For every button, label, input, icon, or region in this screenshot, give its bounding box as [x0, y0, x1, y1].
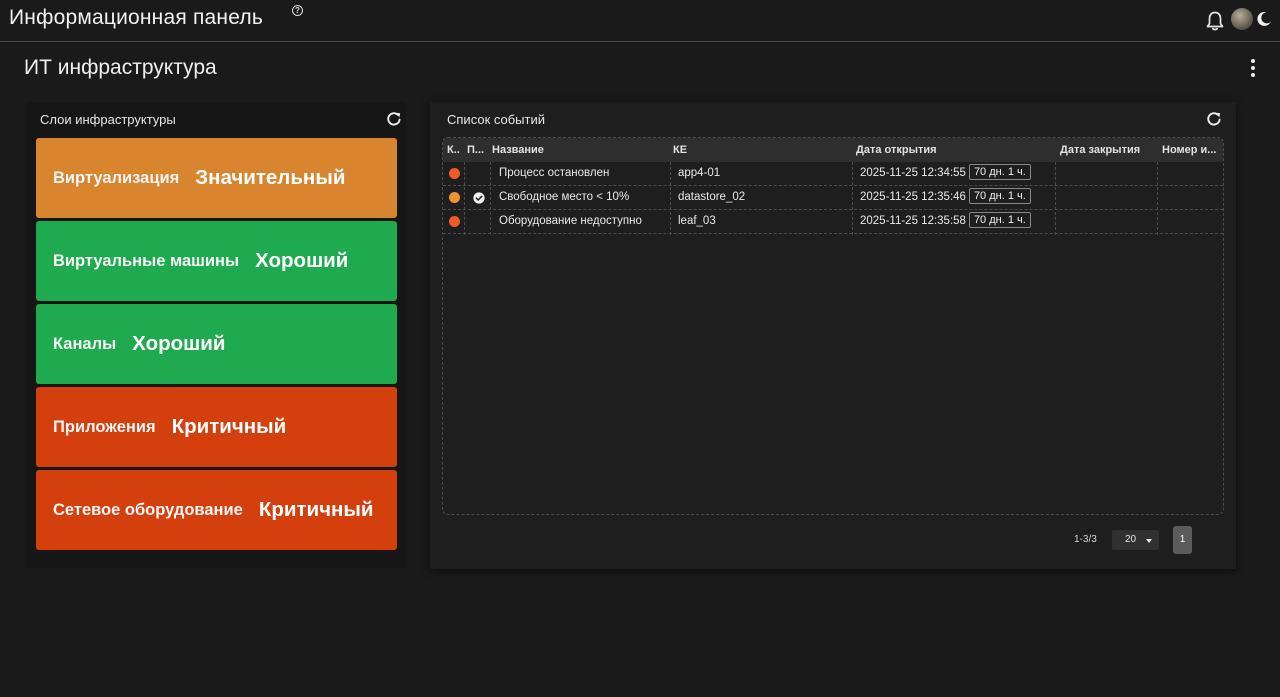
layer-card-virtualization[interactable]: Виртуализация Значительный — [36, 138, 397, 218]
column-header-acknowledged[interactable]: П... — [467, 138, 489, 162]
kebab-menu-icon[interactable] — [1246, 58, 1260, 80]
event-name: Свободное место < 10% — [499, 191, 630, 203]
event-open-date: 2025-11-25 12:35:58 70 дн. 1 ч. — [860, 210, 1031, 234]
events-table: К.. П... Название КЕ Дата открытия Дата … — [442, 137, 1224, 515]
layer-name: Сетевое оборудование — [53, 500, 243, 519]
layer-card-virtual-machines[interactable]: Виртуальные машины Хороший — [36, 221, 397, 301]
app-title: Информационная панель — [9, 6, 263, 29]
refresh-icon[interactable] — [1205, 110, 1223, 128]
page-size-select[interactable]: 20 — [1112, 530, 1159, 550]
event-name: Оборудование недоступно — [499, 215, 642, 227]
moon-icon[interactable] — [1256, 11, 1272, 27]
layer-status: Критичный — [171, 415, 287, 438]
column-header-name[interactable]: Название — [492, 138, 662, 162]
column-header-number[interactable]: Номер и... — [1162, 138, 1220, 162]
column-header-open-date[interactable]: Дата открытия — [856, 138, 1046, 162]
event-ke: app4-01 — [678, 167, 721, 179]
severity-indicator — [449, 192, 460, 203]
layer-name: Каналы — [53, 334, 117, 353]
layer-status: Значительный — [195, 166, 346, 189]
event-name: Процесс остановлен — [499, 167, 610, 179]
open-date-value: 2025-11-25 12:35:46 — [860, 191, 966, 203]
page-button-current[interactable]: 1 — [1173, 526, 1192, 554]
layer-status: Хороший — [255, 249, 349, 272]
layer-name: Виртуализация — [53, 168, 180, 187]
severity-indicator — [449, 216, 460, 227]
column-header-close-date[interactable]: Дата закрытия — [1060, 138, 1155, 162]
layer-status: Критичный — [258, 498, 374, 521]
page-title: ИТ инфраструктура — [24, 56, 217, 79]
help-icon[interactable]: ? — [292, 5, 303, 16]
layers-panel-title: Слои инфраструктуры — [40, 112, 176, 127]
layer-name: Виртуальные машины — [53, 251, 240, 270]
layer-card-applications[interactable]: Приложения Критичный — [36, 387, 397, 467]
acknowledged-check-icon — [473, 192, 485, 204]
open-date-value: 2025-11-25 12:34:55 — [860, 167, 966, 179]
column-divider — [1055, 162, 1056, 235]
open-date-value: 2025-11-25 12:35:58 — [860, 215, 966, 227]
age-badge: 70 дн. 1 ч. — [968, 212, 1031, 228]
layer-name: Приложения — [53, 417, 156, 436]
severity-indicator — [449, 168, 460, 179]
pagination-range: 1-3/3 — [1074, 534, 1097, 545]
column-header-ke[interactable]: КЕ — [673, 138, 843, 162]
column-divider — [490, 162, 491, 235]
column-header-criticality[interactable]: К.. — [447, 138, 465, 162]
bell-icon[interactable] — [1205, 10, 1225, 32]
event-ke: datastore_02 — [678, 191, 746, 203]
table-header: К.. П... Название КЕ Дата открытия Дата … — [443, 138, 1223, 162]
avatar[interactable] — [1231, 8, 1253, 30]
events-panel-title: Список событий — [447, 112, 546, 127]
table-row[interactable]: Свободное место < 10% datastore_02 2025-… — [443, 186, 1223, 210]
column-divider — [464, 162, 465, 235]
layer-card-channels[interactable]: Каналы Хороший — [36, 304, 397, 384]
infrastructure-layers-panel: Слои инфраструктуры Виртуализация Значит… — [26, 102, 406, 568]
event-ke: leaf_03 — [678, 215, 716, 227]
layer-status: Хороший — [132, 332, 226, 355]
event-open-date: 2025-11-25 12:34:55 70 дн. 1 ч. — [860, 162, 1031, 186]
age-badge: 70 дн. 1 ч. — [968, 188, 1031, 204]
top-bar: Информационная панель ? — [0, 0, 1280, 42]
table-row[interactable]: Процесс остановлен app4-01 2025-11-25 12… — [443, 162, 1223, 186]
column-divider — [1157, 162, 1158, 235]
column-divider — [670, 162, 671, 235]
age-badge: 70 дн. 1 ч. — [968, 164, 1031, 180]
chevron-down-icon — [1146, 539, 1152, 543]
events-panel: Список событий К.. П... Название КЕ Дата… — [430, 102, 1236, 569]
event-open-date: 2025-11-25 12:35:46 70 дн. 1 ч. — [860, 186, 1031, 210]
table-row[interactable]: Оборудование недоступно leaf_03 2025-11-… — [443, 210, 1223, 234]
column-divider — [852, 162, 853, 235]
page-size-value: 20 — [1125, 534, 1137, 545]
refresh-icon[interactable] — [385, 110, 403, 128]
layer-card-network-equipment[interactable]: Сетевое оборудование Критичный — [36, 470, 397, 550]
